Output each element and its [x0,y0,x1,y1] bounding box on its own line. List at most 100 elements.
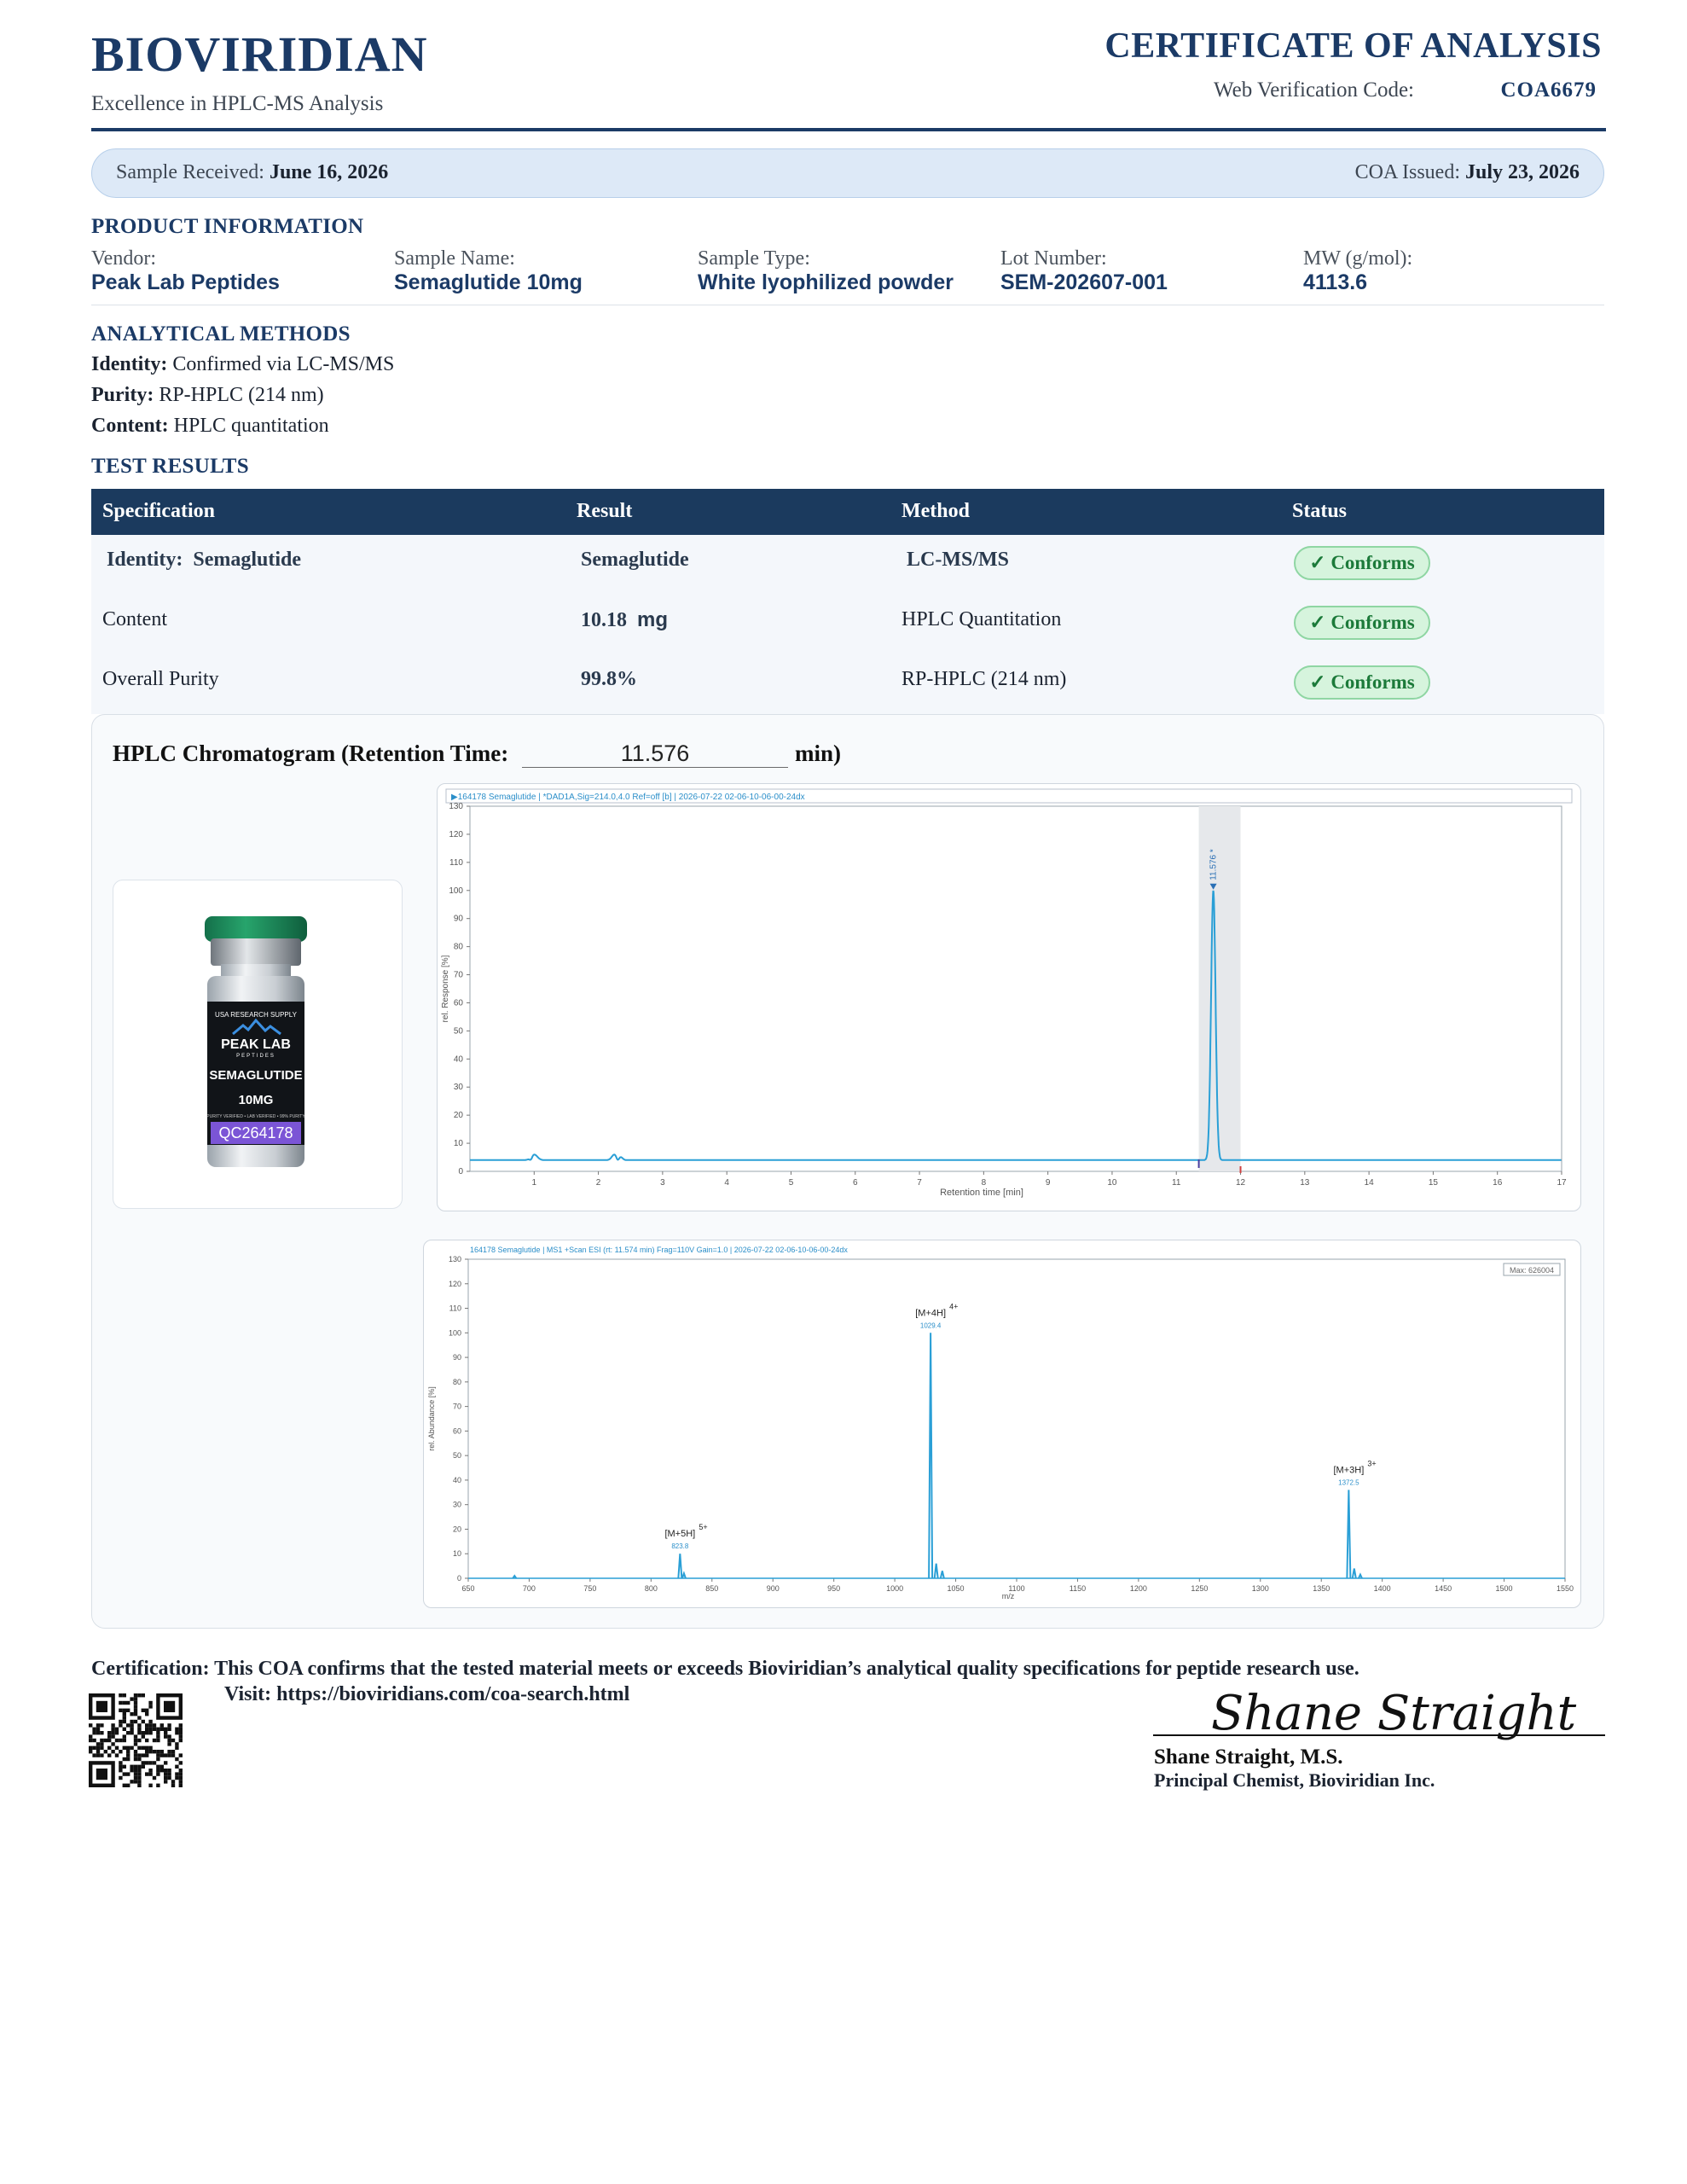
vial-fine-print: PURITY VERIFIED • LAB VERIFIED • 99% PUR… [206,1114,305,1119]
vial-image: USA RESEARCH SUPPLY PEAK LAB PEPTIDES SE… [205,916,307,1167]
qr-module [167,1753,171,1757]
qr-module [107,1753,112,1757]
qr-module [107,1731,112,1735]
qr-module [148,1731,153,1735]
qr-module [126,1745,130,1750]
qr-module [171,1783,176,1787]
y-tick-label: 0 [458,1167,463,1176]
qr-module [167,1742,171,1746]
qr-module [119,1761,123,1765]
ion-peak [928,1333,934,1579]
y-tick-label: 110 [449,858,463,868]
qr-module [148,1761,153,1765]
product-info-heading: PRODUCT INFORMATION [91,215,364,238]
x-tick-label: 13 [1300,1178,1310,1188]
qr-module [145,1731,149,1735]
qr-module [178,1775,183,1780]
qr-module [114,1738,119,1743]
qr-module [122,1738,126,1743]
hplc-trace [470,890,1562,1161]
product-field-value: 4113.6 [1303,270,1368,294]
plot-frame [467,1258,1566,1579]
sample-received-value: June 16, 2026 [269,161,389,183]
charge-label: 4+ [949,1302,958,1310]
qr-finder-core [96,1769,107,1780]
qr-module [137,1738,142,1743]
qr-module [156,1734,160,1739]
y-tick-label: 120 [449,830,463,839]
qr-module [178,1734,183,1739]
qr-module [152,1750,157,1754]
product-field-label: Vendor: [91,247,156,270]
dates-bar: Sample Received: June 16, 2026 COA Issue… [91,148,1604,198]
qr-module [126,1757,130,1762]
qr-module [156,1750,160,1754]
x-tick-label: 800 [645,1584,658,1593]
qr-module [133,1764,138,1769]
qr-module [96,1750,101,1754]
qr-module [133,1769,138,1773]
method-content: Content: HPLC quantitation [91,415,329,438]
y-tick-label: 80 [453,1378,461,1386]
qr-module [145,1772,149,1776]
qr-module [148,1772,153,1776]
mz-label: 1372.5 [1338,1478,1359,1486]
qr-module [103,1750,107,1754]
y-tick-label: 100 [449,1328,461,1337]
qr-module [167,1727,171,1731]
ion-label: [M+5H] [664,1529,695,1539]
qr-module [156,1757,160,1762]
qr-module [111,1750,115,1754]
qr-module [148,1727,153,1731]
qr-module [133,1750,138,1754]
qr-module [126,1708,130,1712]
qr-module [89,1738,93,1743]
qr-module [119,1764,123,1769]
qr-module [133,1697,138,1701]
qr-module [156,1731,160,1735]
qr-module [133,1708,138,1712]
qr-module [133,1738,138,1743]
qr-module [145,1761,149,1765]
qr-module [111,1734,115,1739]
qr-module [167,1772,171,1776]
results-table-header: Specification Result Method Status [91,489,1604,535]
verification-url[interactable]: Visit: https://bioviridians.com/coa-sear… [224,1683,629,1706]
x-tick-label: 8 [982,1178,987,1188]
x-tick-label: 1500 [1496,1584,1513,1593]
method-value: Confirmed via LC-MS/MS [172,353,395,375]
qr-module [156,1769,160,1773]
qr-module [103,1738,107,1743]
qr-module [92,1727,96,1731]
qr-module [164,1761,168,1765]
qr-module [145,1708,149,1712]
qr-finder-core [96,1700,107,1712]
spec-cell: Identity: Semaglutide [107,549,301,572]
qr-module [171,1780,176,1784]
qr-module [175,1764,179,1769]
table-row: Content 10.18 mg HPLC Quantitation ✓ Con… [91,595,1604,654]
column-header-result: Result [577,500,633,522]
qr-module [156,1753,160,1757]
product-field-value: Semaglutide 10mg [394,270,583,294]
qr-module [145,1753,149,1757]
header-divider [91,128,1606,131]
y-tick-label: 60 [454,998,464,1008]
x-tick-label: 11 [1172,1178,1181,1188]
qr-module [164,1772,168,1776]
y-tick-label: 100 [449,886,463,896]
qr-module [96,1742,101,1746]
qr-module [141,1693,145,1698]
qr-module [133,1734,138,1739]
y-tick-label: 70 [454,971,464,980]
qr-module [100,1731,104,1735]
column-header-method: Method [901,500,970,522]
y-tick-label: 30 [454,1083,464,1092]
qr-module [145,1727,149,1731]
qr-module [96,1731,101,1735]
spec-cell: Overall Purity [102,668,219,690]
qr-code-icon[interactable] [89,1693,183,1787]
qr-module [152,1738,157,1743]
x-tick-label: 950 [827,1584,840,1593]
qr-module [100,1742,104,1746]
